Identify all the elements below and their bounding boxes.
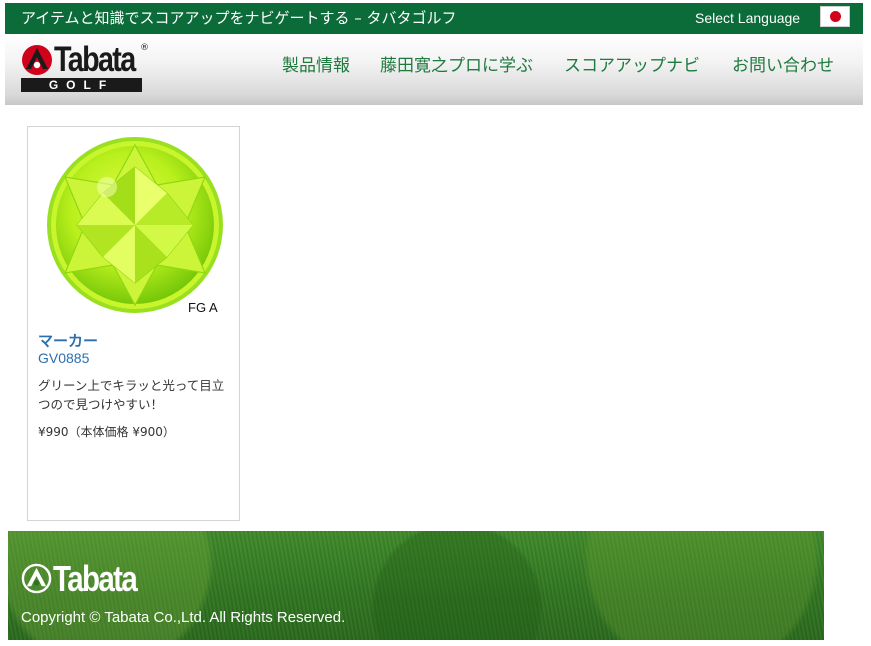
copyright-text: Copyright © Tabata Co.,Ltd. All Rights R… bbox=[21, 609, 346, 626]
nav-item-products[interactable]: 製品情報 bbox=[282, 56, 350, 76]
nav-item-learn-from-fujita[interactable]: 藤田寛之プロに学ぶ bbox=[380, 56, 533, 76]
product-name-link[interactable]: マーカー bbox=[38, 330, 98, 351]
green-crystal-marker-icon[interactable] bbox=[45, 135, 225, 315]
product-description: グリーン上でキラッと光って目立つので見つけやすい！ bbox=[38, 378, 225, 412]
registered-mark: ® bbox=[140, 43, 149, 53]
tabata-logo-mark-icon bbox=[21, 563, 52, 594]
product-card[interactable]: FG A マーカー GV0885 グリーン上でキラッと光って目立つので見つけやす… bbox=[27, 126, 240, 521]
select-language-link[interactable]: Select Language bbox=[695, 10, 800, 27]
product-badge: FG A bbox=[188, 300, 218, 315]
nav-item-score-up-navi[interactable]: スコアアップナビ bbox=[564, 56, 700, 76]
logo-golf-band: GOLF bbox=[21, 78, 142, 92]
footer-logo[interactable]: Tabata bbox=[21, 558, 151, 599]
footer-logo-wordmark: Tabata bbox=[53, 558, 138, 599]
japan-flag-icon[interactable] bbox=[820, 6, 850, 27]
tabata-golf-logo[interactable]: Tabata ® GOLF bbox=[21, 40, 149, 95]
site-header: Tabata ® GOLF 製品情報 藤田寛之プロに学ぶ スコアアップナビ お問… bbox=[5, 34, 863, 105]
logo-wordmark: Tabata bbox=[54, 40, 136, 79]
product-price: ¥990（本体価格 ¥900） bbox=[38, 425, 175, 439]
tabata-logo-mark-icon bbox=[22, 45, 52, 75]
nav-item-contact[interactable]: お問い合わせ bbox=[732, 56, 834, 76]
top-bar: アイテムと知識でスコアアップをナビゲートする – タバタゴルフ Select L… bbox=[5, 3, 863, 34]
site-tagline: アイテムと知識でスコアアップをナビゲートする – タバタゴルフ bbox=[21, 9, 457, 27]
product-code-link[interactable]: GV0885 bbox=[38, 350, 89, 366]
site-footer: Tabata Copyright © Tabata Co.,Ltd. All R… bbox=[8, 531, 824, 640]
